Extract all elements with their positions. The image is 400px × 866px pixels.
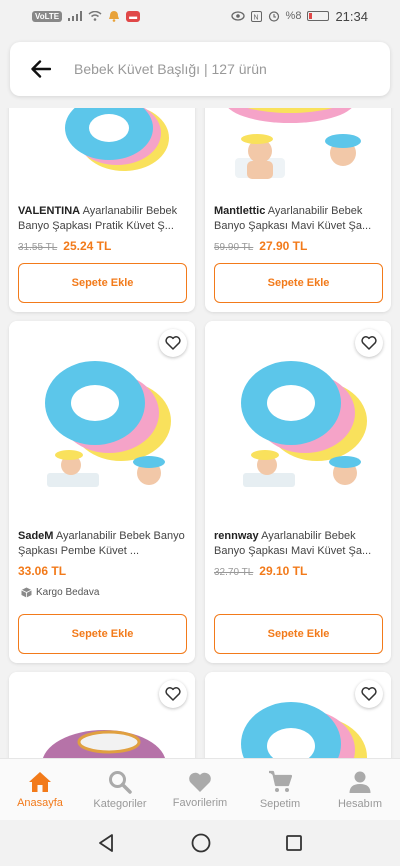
back-arrow-icon[interactable]: [30, 58, 52, 80]
product-brand: Mantlettic: [214, 205, 266, 217]
product-brand: SadeM: [18, 530, 54, 542]
search-header: Bebek Küvet Başlığı | 127 ürün: [0, 32, 400, 108]
cart-icon: [269, 770, 292, 792]
add-to-cart-button[interactable]: Sepete Ekle: [18, 614, 187, 654]
heart-icon: [165, 336, 181, 350]
price-row: 33.06 TL: [18, 564, 66, 578]
add-to-cart-button[interactable]: Sepete Ekle: [214, 614, 383, 654]
product-image[interactable]: [9, 108, 195, 193]
old-price: 31.55 TL: [18, 242, 58, 253]
product-title[interactable]: Mantlettic Ayarlanabilir Bebek Banyo Şap…: [214, 204, 384, 234]
heart-icon: [361, 336, 377, 350]
clock: 21:34: [335, 8, 368, 24]
product-brand: VALENTINA: [18, 205, 81, 217]
app-notification-icon: ▬: [126, 10, 141, 22]
nav-label: Favorilerim: [172, 796, 228, 809]
back-triangle-icon[interactable]: [97, 833, 117, 853]
home-icon: [29, 771, 51, 792]
price: 27.90 TL: [259, 239, 308, 253]
wifi-icon: [88, 11, 102, 21]
nav-label: Sepetim: [259, 797, 301, 810]
bottom-navigation: Anasayfa Kategoriler Favorilerim Sepetim…: [0, 758, 400, 820]
nav-cart[interactable]: Sepetim: [240, 759, 320, 820]
price-row: 32.70 TL 29.10 TL: [214, 564, 307, 578]
battery-percent: %8: [285, 10, 302, 22]
eye-icon: [230, 11, 245, 21]
price-row: 31.55 TL 25.24 TL: [18, 239, 111, 253]
product-title[interactable]: SadeM Ayarlanabilir Bebek Banyo Şapkası …: [18, 529, 188, 559]
nav-favorites[interactable]: Favorilerim: [160, 759, 240, 820]
add-to-cart-button[interactable]: Sepete Ekle: [214, 263, 383, 303]
heart-icon: [165, 687, 181, 701]
home-circle-icon[interactable]: [190, 832, 212, 854]
product-brand: rennway: [214, 530, 259, 542]
svg-text:N: N: [253, 14, 258, 21]
price: 25.24 TL: [63, 239, 112, 253]
product-card[interactable]: SadeM Ayarlanabilir Bebek Banyo Şapkası …: [9, 321, 195, 663]
product-title[interactable]: rennway Ayarlanabilir Bebek Banyo Şapkas…: [214, 529, 384, 559]
heart-icon: [189, 772, 211, 792]
nav-account[interactable]: Hesabım: [320, 759, 400, 820]
add-to-cart-button[interactable]: Sepete Ekle: [18, 263, 187, 303]
old-price: 32.70 TL: [214, 567, 254, 578]
signal-icon: [68, 11, 83, 21]
nav-categories[interactable]: Kategoriler: [80, 759, 160, 820]
favorite-button[interactable]: [355, 680, 383, 708]
nav-home[interactable]: Anasayfa: [0, 759, 80, 820]
price: 33.06 TL: [18, 564, 67, 578]
status-left: VoLTE ▬: [32, 10, 141, 22]
nav-label: Kategoriler: [93, 797, 147, 810]
nav-label: Anasayfa: [17, 796, 63, 809]
search-query-text[interactable]: Bebek Küvet Başlığı | 127 ürün: [74, 61, 267, 77]
price-row: 59.90 TL 27.90 TL: [214, 239, 307, 253]
price: 29.10 TL: [259, 564, 308, 578]
product-title[interactable]: VALENTINA Ayarlanabilir Bebek Banyo Şapk…: [18, 204, 188, 234]
search-bar[interactable]: Bebek Küvet Başlığı | 127 ürün: [10, 42, 390, 96]
system-navigation: [0, 820, 400, 866]
product-card[interactable]: VALENTINA Ayarlanabilir Bebek Banyo Şapk…: [9, 108, 195, 312]
status-right: N %8 21:34: [230, 8, 368, 24]
person-icon: [349, 771, 371, 793]
heart-icon: [361, 687, 377, 701]
notification-bell-icon: [109, 11, 120, 22]
box-icon: [21, 587, 32, 598]
product-grid: VALENTINA Ayarlanabilir Bebek Banyo Şapk…: [0, 108, 400, 758]
product-card[interactable]: Mantlettic Ayarlanabilir Bebek Banyo Şap…: [205, 108, 391, 312]
nav-label: Hesabım: [337, 797, 383, 810]
free-shipping-label: Kargo Bedava: [21, 587, 99, 598]
product-image[interactable]: [205, 108, 391, 193]
old-price: 59.90 TL: [214, 242, 254, 253]
nfc-icon: N: [250, 10, 262, 22]
product-card[interactable]: [205, 672, 391, 758]
status-bar: VoLTE ▬ N %8 21:34: [0, 0, 400, 32]
product-card[interactable]: [9, 672, 195, 758]
volte-badge: VoLTE: [32, 10, 63, 22]
product-card[interactable]: rennway Ayarlanabilir Bebek Banyo Şapkas…: [205, 321, 391, 663]
favorite-button[interactable]: [159, 329, 187, 357]
cargo-text: Kargo Bedava: [36, 587, 100, 598]
battery-icon: [307, 11, 330, 21]
search-icon: [109, 770, 132, 794]
alarm-icon: [268, 11, 279, 22]
favorite-button[interactable]: [355, 329, 383, 357]
recents-square-icon[interactable]: [285, 834, 303, 852]
favorite-button[interactable]: [159, 680, 187, 708]
